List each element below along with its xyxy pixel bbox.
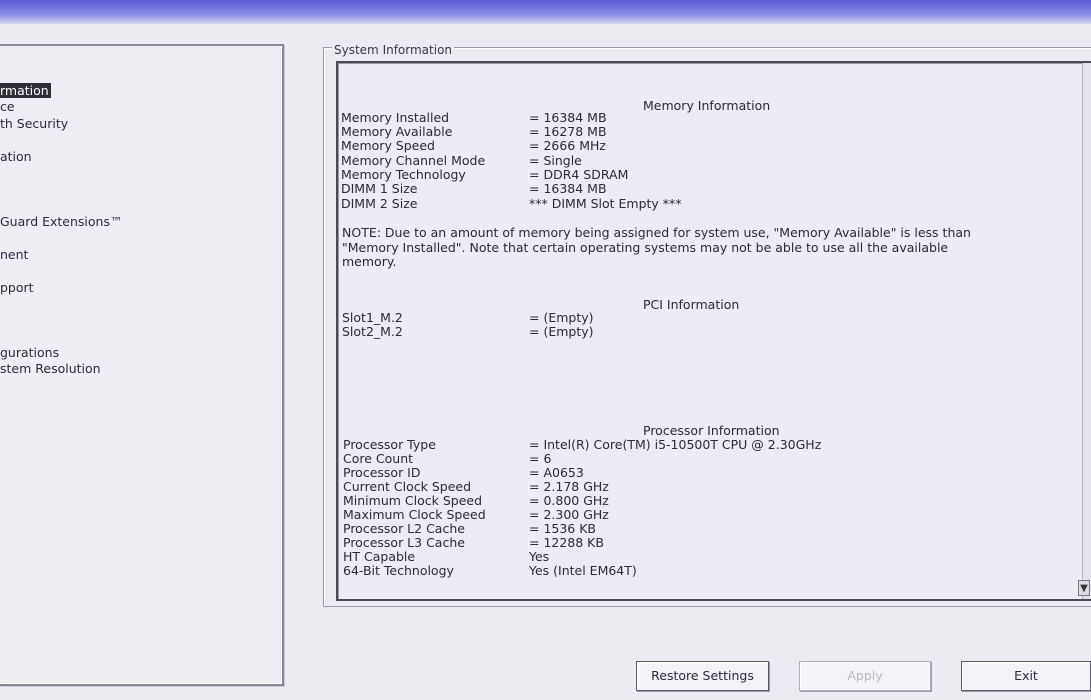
row-label: DIMM 1 Size [341,181,418,196]
sidebar-item-guard-extensions[interactable]: Guard Extensions™ [0,214,124,229]
exit-button[interactable]: Exit [961,661,1091,691]
memory-note: NOTE: Due to an amount of memory being a… [342,225,971,269]
row-label: Memory Speed [341,138,435,153]
sidebar-item-support[interactable]: pport [0,280,36,295]
sidebar-item-security[interactable]: th Security [0,116,70,131]
chevron-down-icon[interactable]: ▼ [1078,580,1090,596]
row-value: = 2666 MHz [529,138,606,153]
row-value: *** DIMM Slot Empty *** [529,196,682,211]
restore-settings-button[interactable]: Restore Settings [636,661,769,691]
pci-heading: PCI Information [643,297,740,312]
row-value: Yes (Intel EM64T) [529,563,637,578]
row-value: = Intel(R) Core(TM) i5-10500T CPU @ 2.30… [529,437,822,452]
row-label: DIMM 2 Size [341,196,418,211]
sidebar-item-device[interactable]: ce [0,99,17,114]
sidebar-item-system-resolution[interactable]: stem Resolution [0,361,103,376]
apply-button[interactable]: Apply [799,661,931,691]
row-label: 64-Bit Technology [343,563,454,578]
row-label: Slot2_M.2 [342,324,403,339]
sidebar: rmation ce th Security ation Guard Exten… [0,44,284,686]
sidebar-item-configuration[interactable]: ation [0,149,34,164]
memory-heading: Memory Information [643,98,771,113]
processor-heading: Processor Information [643,423,780,438]
sidebar-item-configurations[interactable]: gurations [0,345,61,360]
row-value: = (Empty) [529,324,594,339]
sidebar-item-management[interactable]: nent [0,247,30,262]
scrollbar[interactable] [1082,63,1091,599]
info-panel[interactable]: Memory Information Memory Installed = 16… [336,61,1091,601]
title-bar [0,0,1091,24]
group-title: System Information [332,43,455,57]
sidebar-item-system-information[interactable]: rmation [0,83,51,98]
row-value: = 16384 MB [529,181,607,196]
